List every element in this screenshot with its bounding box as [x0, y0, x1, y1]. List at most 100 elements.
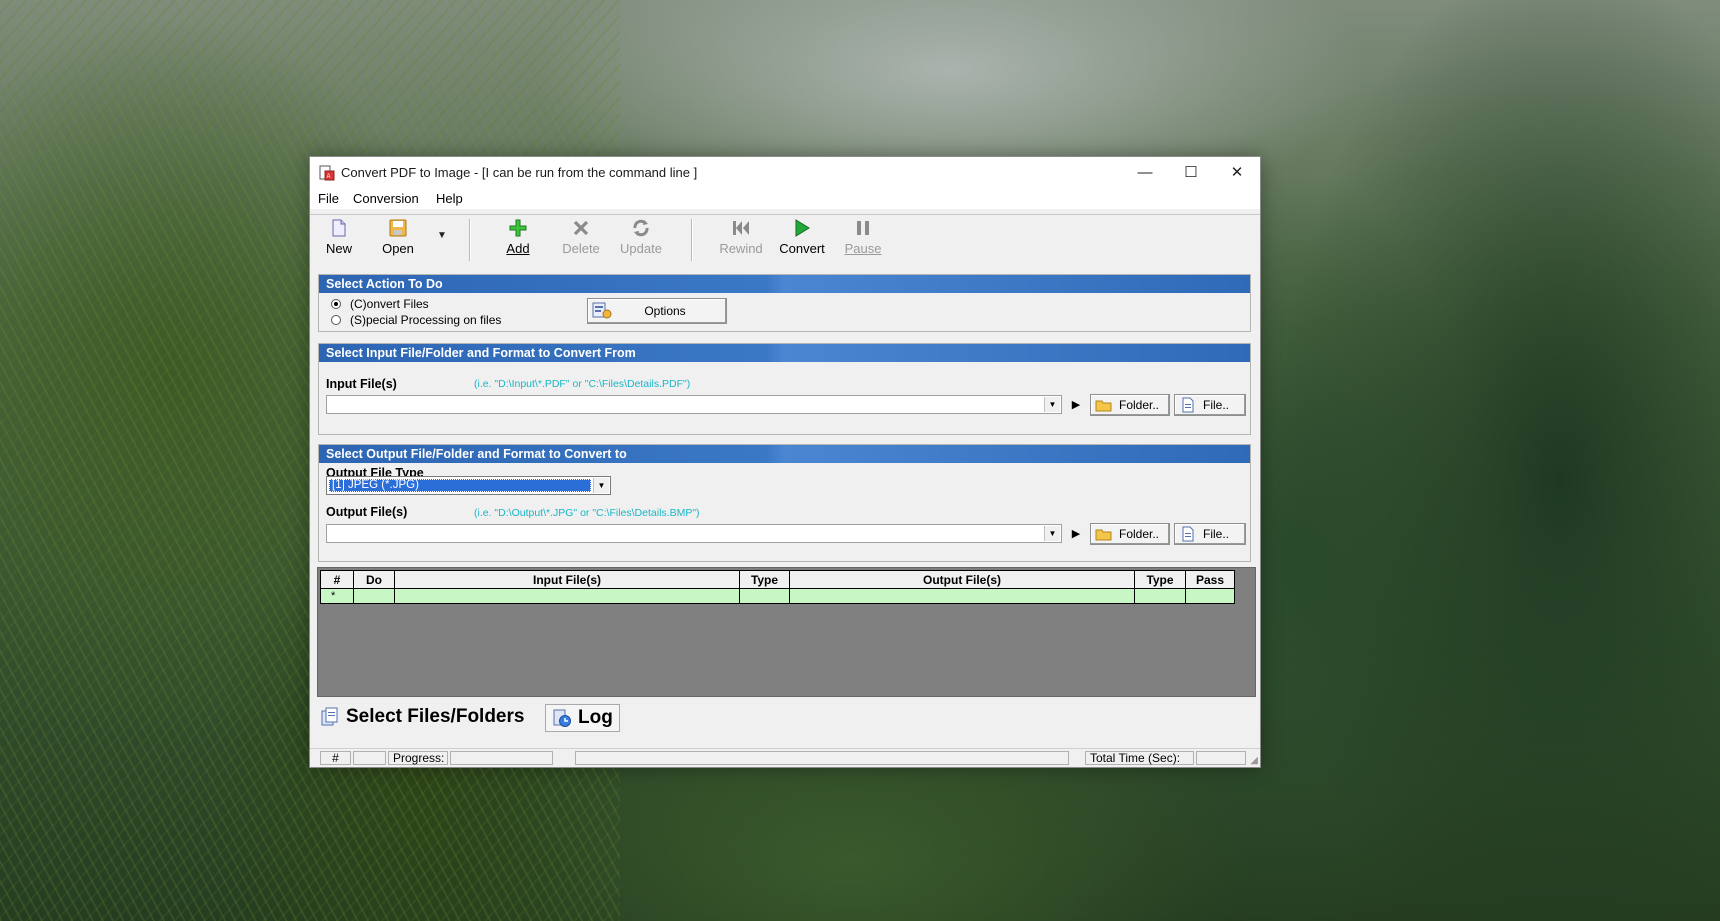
output-panel-header: Select Output File/Folder and Format to … — [319, 445, 1250, 463]
radio-convert-files[interactable] — [331, 299, 341, 309]
add-plus-icon — [509, 219, 527, 237]
pause-button[interactable]: Pause — [844, 218, 882, 256]
output-type-dropdown-arrow-icon[interactable]: ▼ — [593, 478, 609, 493]
minimize-button[interactable]: — — [1122, 157, 1168, 189]
input-dropdown-arrow-icon[interactable]: ▼ — [1044, 397, 1060, 412]
grid-col-pass[interactable]: Pass — [1185, 570, 1235, 589]
menu-help[interactable]: Help — [436, 191, 463, 206]
output-folder-button-label: Folder.. — [1119, 527, 1160, 541]
tab-select-files-folders[interactable]: Select Files/Folders — [320, 704, 524, 730]
input-folder-button-label: Folder.. — [1119, 398, 1160, 412]
output-file-type-select[interactable]: [1] JPEG (*.JPG) ▼ — [326, 476, 611, 495]
convert-button-label: Convert — [779, 241, 825, 256]
log-clock-icon — [553, 709, 571, 727]
output-panel: Select Output File/Folder and Format to … — [318, 444, 1251, 562]
grid-cell[interactable] — [1134, 588, 1186, 604]
output-file-button[interactable]: File.. — [1174, 523, 1246, 545]
tab-select-files-folders-label: Select Files/Folders — [346, 706, 525, 727]
new-document-icon — [332, 219, 346, 237]
bottom-tabs: Select Files/Folders Log — [317, 704, 1260, 732]
input-file-button[interactable]: File.. — [1174, 394, 1246, 416]
radio-special-processing[interactable] — [331, 315, 341, 325]
options-button[interactable]: Options — [587, 298, 727, 324]
grid-cell[interactable] — [1185, 588, 1235, 604]
update-button-label: Update — [620, 241, 662, 256]
action-panel: Select Action To Do (C)onvert Files (S)p… — [318, 274, 1251, 332]
output-play-button[interactable]: ▶ — [1066, 524, 1086, 544]
rewind-button-label: Rewind — [719, 241, 763, 256]
menu-conversion[interactable]: Conversion — [353, 191, 419, 206]
pause-icon — [857, 221, 869, 235]
output-files-combo[interactable]: ▼ — [326, 524, 1062, 543]
grid-col-number[interactable]: # — [320, 570, 354, 589]
pause-button-label: Pause — [844, 241, 882, 256]
resize-grip-icon[interactable]: ◢ — [1250, 755, 1258, 766]
tab-log-label: Log — [578, 707, 613, 728]
new-button[interactable]: New — [322, 218, 356, 256]
folder-icon — [1095, 529, 1112, 541]
output-file-button-label: File.. — [1203, 527, 1230, 541]
delete-button[interactable]: Delete — [561, 218, 601, 256]
grid-cell[interactable] — [394, 588, 740, 604]
table-row[interactable]: * — [320, 588, 1235, 604]
file-icon — [1182, 397, 1194, 413]
file-grid[interactable]: # Do Input File(s) Type Output File(s) T… — [320, 570, 1235, 604]
file-grid-area[interactable]: # Do Input File(s) Type Output File(s) T… — [317, 567, 1256, 697]
status-bar: # Progress: Total Time (Sec): ◢ — [310, 748, 1260, 767]
grid-col-do[interactable]: Do — [353, 570, 395, 589]
toolbar-separator — [469, 219, 471, 261]
app-window: A Convert PDF to Image - [I can be run f… — [309, 156, 1261, 768]
pdf-to-image-app-icon: A — [319, 165, 335, 181]
radio-special-processing-label[interactable]: (S)pecial Processing on files — [350, 313, 501, 327]
open-button[interactable]: Open — [378, 218, 418, 256]
menu-file[interactable]: File — [318, 191, 339, 206]
status-progress-label: Progress: — [388, 751, 448, 765]
status-number-label: # — [320, 751, 351, 765]
grid-cell[interactable] — [739, 588, 790, 604]
add-button[interactable]: Add — [503, 218, 533, 256]
input-panel-header: Select Input File/Folder and Format to C… — [319, 344, 1250, 362]
input-files-label: Input File(s) — [326, 377, 397, 391]
rewind-button[interactable]: Rewind — [718, 218, 764, 256]
toolbar: New Open ▼ Add Delete Update Rewind Conv… — [310, 214, 1260, 265]
toolbar-separator — [691, 219, 693, 261]
file-icon — [1182, 526, 1194, 542]
input-files-combo[interactable]: ▼ — [326, 395, 1062, 414]
tab-log[interactable]: Log — [545, 704, 620, 732]
title-bar[interactable]: A Convert PDF to Image - [I can be run f… — [310, 157, 1260, 189]
output-files-label: Output File(s) — [326, 505, 408, 519]
open-dropdown-arrow-icon[interactable]: ▼ — [437, 230, 447, 241]
rewind-icon — [733, 221, 749, 235]
grid-header-row: # Do Input File(s) Type Output File(s) T… — [320, 570, 1235, 589]
input-files-hint: (i.e. "D:\Input\*.PDF" or "C:\Files\Deta… — [474, 378, 691, 390]
grid-col-output-type[interactable]: Type — [1134, 570, 1186, 589]
status-total-time-value — [1196, 751, 1246, 765]
input-folder-button[interactable]: Folder.. — [1090, 394, 1170, 416]
maximize-button[interactable]: ☐ — [1168, 157, 1214, 189]
add-button-label: Add — [506, 241, 530, 256]
save-disk-icon — [389, 219, 407, 237]
status-total-time-label: Total Time (Sec): — [1085, 751, 1194, 765]
folder-icon — [1095, 400, 1112, 412]
output-files-hint: (i.e. "D:\Output\*.JPG" or "C:\Files\Det… — [474, 507, 700, 519]
grid-col-input-files[interactable]: Input File(s) — [394, 570, 740, 589]
grid-cell[interactable] — [789, 588, 1135, 604]
output-file-type-value: [1] JPEG (*.JPG) — [329, 479, 591, 492]
output-dropdown-arrow-icon[interactable]: ▼ — [1044, 526, 1060, 541]
options-settings-icon — [592, 302, 612, 319]
grid-col-output-files[interactable]: Output File(s) — [789, 570, 1135, 589]
update-button[interactable]: Update — [619, 218, 663, 256]
input-file-button-label: File.. — [1203, 398, 1230, 412]
grid-col-input-type[interactable]: Type — [739, 570, 790, 589]
input-play-button[interactable]: ▶ — [1066, 395, 1086, 415]
convert-button[interactable]: Convert — [778, 218, 826, 256]
open-button-label: Open — [382, 241, 414, 256]
close-button[interactable]: ✕ — [1214, 157, 1260, 189]
output-folder-button[interactable]: Folder.. — [1090, 523, 1170, 545]
svg-text:A: A — [327, 174, 331, 180]
files-stack-icon — [321, 707, 338, 726]
radio-convert-files-label[interactable]: (C)onvert Files — [350, 297, 429, 311]
play-convert-icon — [795, 219, 810, 237]
grid-cell[interactable] — [353, 588, 395, 604]
status-number-value — [353, 751, 386, 765]
